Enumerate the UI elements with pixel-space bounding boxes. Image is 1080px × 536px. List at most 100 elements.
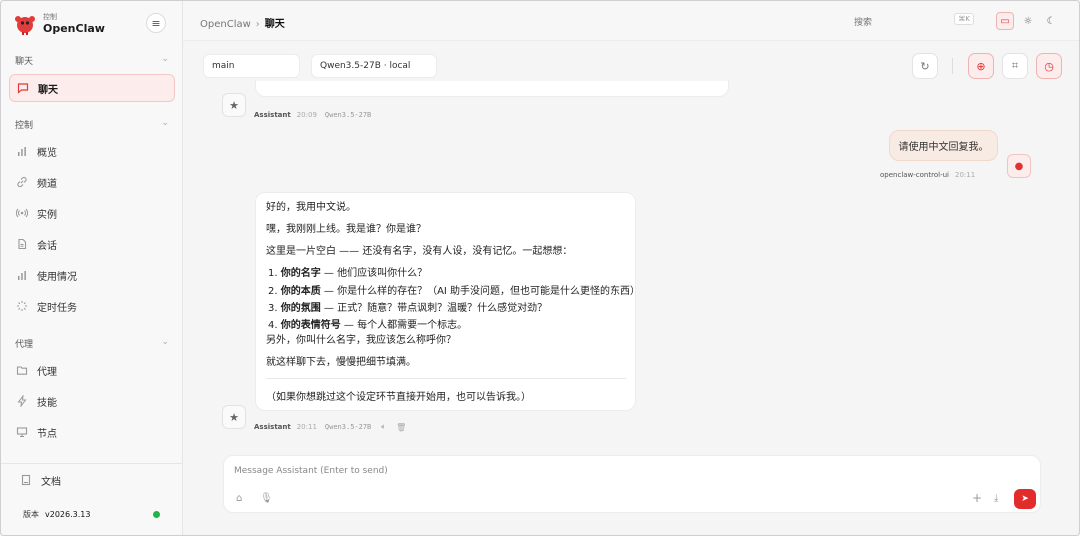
send-icon: ➤	[1021, 494, 1029, 504]
list-number: 1.	[268, 268, 278, 279]
list-bold: 你的表情符号	[280, 320, 341, 331]
download-icon[interactable]: ⤓	[994, 493, 998, 504]
sidebar-item-label: 聊天	[38, 84, 58, 96]
theme-light-button[interactable]: ☼	[1019, 12, 1037, 30]
section-chat-header[interactable]: 聊天 ⌄	[15, 54, 169, 67]
list-bold: 你的氛围	[280, 303, 321, 314]
sender-name: Assistant	[254, 111, 291, 119]
sidebar-item-instances[interactable]: 实例	[9, 199, 175, 227]
collapse-menu-button[interactable]: ≡	[146, 13, 166, 33]
focus-icon: ⌗	[1011, 59, 1019, 72]
breadcrumb-root[interactable]: OpenClaw	[200, 19, 251, 30]
list-text: — 他们应该叫你什么？	[320, 268, 428, 279]
thinking-toggle-button[interactable]: ⊕	[968, 53, 994, 79]
sun-icon: ☼	[1023, 15, 1033, 27]
section-control-header[interactable]: 控制 ⌄	[15, 118, 169, 131]
sidebar-item-label: 技能	[37, 397, 57, 409]
sidebar-item-sessions[interactable]: 会话	[9, 230, 175, 258]
sidebar-item-label: 定时任务	[37, 302, 77, 314]
refresh-icon: ↻	[920, 59, 930, 73]
sidebar: 控制 OpenClaw ≡ 聊天 ⌄ 聊天 控制 ⌄ 概览 频道 实例 会话 使…	[1, 1, 183, 535]
version-value: v2026.3.13	[45, 510, 91, 519]
model-tag: Qwen3.5-27B	[324, 111, 372, 119]
breadcrumb-separator: ›	[255, 19, 260, 30]
model-select[interactable]: Qwen3.5-27B · local	[311, 54, 437, 78]
section-agents-header[interactable]: 代理 ⌄	[15, 337, 169, 350]
chat-icon	[16, 81, 30, 95]
session-select[interactable]: main	[203, 54, 300, 78]
list-bold: 你的本质	[280, 286, 321, 297]
reply-line: 另外，你叫什么名字，我应该怎么称呼你？	[266, 335, 456, 346]
speaker-icon[interactable]: 🔈︎	[381, 422, 386, 432]
search-placeholder: 搜索	[854, 17, 873, 28]
sender-name: openclaw-control-ui	[880, 171, 949, 179]
section-label: 代理	[15, 340, 34, 350]
list-number: 2.	[268, 286, 278, 297]
section-label: 控制	[15, 121, 34, 131]
sidebar-item-usage[interactable]: 使用情况	[9, 261, 175, 289]
toolbar-divider	[952, 58, 953, 74]
bar-chart-icon	[15, 268, 29, 282]
theme-system-button[interactable]: ▭	[996, 12, 1014, 30]
reply-line: 好的，我用中文说。	[266, 202, 356, 213]
breadcrumb: OpenClaw › 聊天	[200, 15, 285, 30]
docs-link[interactable]: 文档	[13, 466, 179, 494]
list-number: 4.	[268, 320, 278, 331]
docs-label: 文档	[41, 476, 61, 488]
send-button[interactable]: ➤	[1014, 489, 1036, 509]
clock-icon: ◷	[1044, 59, 1054, 73]
session-value: main	[212, 61, 235, 71]
version-label: 版本	[23, 510, 39, 519]
sidebar-item-label: 节点	[37, 428, 57, 440]
sidebar-item-skills[interactable]: 技能	[9, 387, 175, 415]
bar-chart-icon	[15, 144, 29, 158]
reply-divider	[266, 378, 626, 379]
refresh-button[interactable]: ↻	[912, 53, 938, 79]
sidebar-item-cron[interactable]: 定时任务	[9, 292, 175, 320]
search-input[interactable]: 搜索 ⌘K	[852, 11, 976, 31]
star-icon: ★	[229, 410, 239, 424]
plus-icon[interactable]: +	[972, 491, 982, 505]
theme-dark-button[interactable]: ☾	[1042, 12, 1060, 30]
sidebar-item-overview[interactable]: 概览	[9, 137, 175, 165]
sidebar-item-chat[interactable]: 聊天	[9, 74, 175, 102]
book-icon	[19, 473, 33, 487]
section-label: 聊天	[15, 57, 34, 67]
brand-name: OpenClaw	[43, 22, 105, 35]
sidebar-item-channels[interactable]: 频道	[9, 168, 175, 196]
history-button[interactable]: ◷	[1036, 53, 1062, 79]
version-info: 版本 v2026.3.13	[23, 509, 90, 520]
reply-list-item: 2. 你的本质 — 你是什么样的存在？（AI 助手没问题，但也可能是什么更怪的东…	[268, 286, 640, 298]
document-icon	[15, 237, 29, 251]
sidebar-item-nodes[interactable]: 节点	[9, 418, 175, 446]
model-tag: Qwen3.5-27B	[324, 423, 372, 431]
reply-line: 这里是一片空白 —— 还没有名字，没有人设，没有记忆。一起想想：	[266, 246, 573, 257]
message-composer[interactable]: Message Assistant (Enter to send) ⌂ 🎙︎ +…	[223, 455, 1041, 513]
chevron-down-icon: ⌄	[161, 337, 169, 347]
trash-icon[interactable]: 🗑︎	[396, 423, 406, 432]
loader-icon	[15, 299, 29, 313]
lobster-logo-icon	[15, 16, 35, 35]
reply-list-item: 3. 你的氛围 — 正式？随意？带点讽刺？温暖？什么感觉对劲？	[268, 303, 547, 315]
message-time: 20:09	[296, 111, 317, 119]
user-message-text: 请使用中文回复我。	[898, 142, 989, 153]
monitor-icon: ▭	[1000, 15, 1010, 27]
message-input[interactable]: Message Assistant (Enter to send)	[234, 466, 388, 476]
reply-line: 就这样聊下去，慢慢把细节填满。	[266, 357, 416, 368]
sidebar-item-label: 会话	[37, 240, 57, 252]
microphone-icon[interactable]: 🎙︎	[260, 493, 273, 504]
focus-mode-button[interactable]: ⌗	[1002, 53, 1028, 79]
assistant-avatar: ★	[222, 405, 246, 429]
message-time: 20:11	[954, 171, 976, 179]
broadcast-icon	[15, 206, 29, 220]
message-meta: Assistant 20:09 Qwen3.5-27B	[254, 111, 371, 119]
sidebar-item-agents[interactable]: 代理	[9, 356, 175, 384]
assistant-avatar: ★	[222, 93, 246, 117]
paperclip-icon[interactable]: ⌂	[236, 493, 242, 504]
brand[interactable]: 控制 OpenClaw	[13, 11, 105, 37]
list-bold: 你的名字	[280, 268, 321, 279]
reply-list-item: 1. 你的名字 — 他们应该叫你什么？	[268, 268, 427, 280]
top-bar: OpenClaw › 聊天 搜索 ⌘K ▭ ☼ ☾	[183, 1, 1079, 41]
reply-line: （如果你想跳过这个设定环节直接开始用，也可以告诉我。）	[266, 392, 531, 403]
list-text: — 正式？随意？带点讽刺？温暖？什么感觉对劲？	[320, 303, 548, 314]
